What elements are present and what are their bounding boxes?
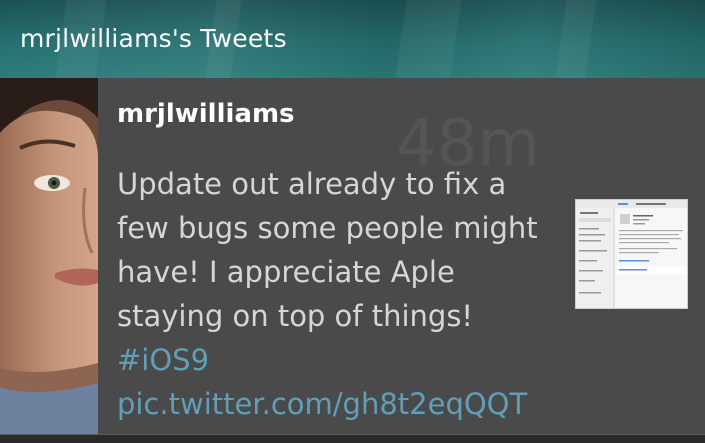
screenshot-preview-image: [576, 200, 687, 308]
tweet-card[interactable]: mrjlwilliams 48m Update out already to f…: [0, 78, 705, 434]
media-thumbnail[interactable]: [575, 199, 688, 309]
media-link[interactable]: pic.twitter.com/gh8t2eqQQT: [117, 387, 527, 421]
app-header: mrjlwilliams's Tweets: [0, 0, 705, 78]
avatar[interactable]: [0, 78, 98, 434]
tweet-body: Update out already to fix a few bugs som…: [117, 162, 567, 426]
tweet-username[interactable]: mrjlwilliams: [117, 96, 295, 132]
hashtag-link[interactable]: #iOS9: [117, 343, 209, 377]
tweet-text: Update out already to fix a few bugs som…: [117, 167, 538, 333]
avatar-photo: [0, 78, 98, 434]
header-decoration: [552, 0, 598, 78]
page-title: mrjlwilliams's Tweets: [20, 24, 287, 53]
header-decoration: [392, 0, 463, 78]
